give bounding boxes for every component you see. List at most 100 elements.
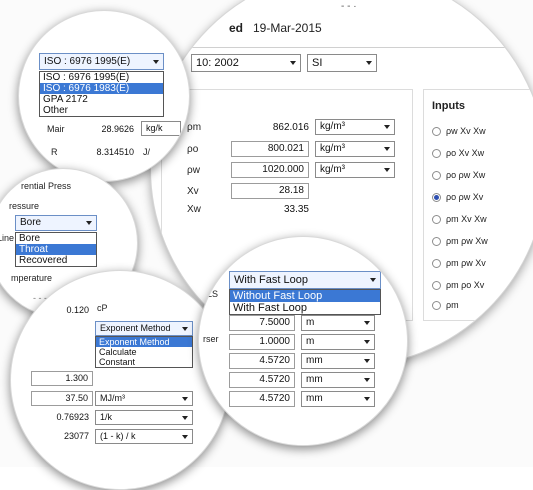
unit-text: 1/k — [100, 412, 113, 422]
exponent-method-select[interactable]: Exponent Method — [95, 321, 193, 336]
fast-loop-select[interactable]: With Fast Loop — [229, 271, 381, 289]
row-label-rho-w: ρw — [187, 165, 200, 176]
chevron-down-icon — [290, 61, 296, 65]
iso-option-1995[interactable]: ISO : 6976 1995(E) — [40, 72, 163, 83]
row-value-xw: 33.35 — [283, 204, 309, 215]
chevron-down-icon — [364, 340, 370, 344]
riser-unit[interactable]: m — [301, 334, 375, 350]
chevron-down-icon — [364, 378, 370, 382]
fast-loop-select-value: With Fast Loop — [234, 274, 308, 286]
inverse-k-value: 0.76923 — [56, 412, 89, 422]
row-value-rho-o[interactable]: 800.021 — [231, 141, 309, 157]
pressure-label: ressure — [9, 201, 40, 211]
riser-value[interactable]: 1.0000 — [229, 334, 295, 350]
chevron-down-icon — [370, 278, 376, 282]
loop-length-unit[interactable]: m — [301, 315, 375, 331]
iso-standard-select[interactable]: ISO : 6976 1995(E) — [39, 53, 164, 70]
radio-option-5[interactable] — [432, 215, 441, 224]
standard-select[interactable]: 10: 2002 — [191, 54, 301, 72]
zoom-exponent-method: 0.120 cP Exponent Method Exponent Method… — [10, 270, 230, 490]
row-value-rho-w[interactable]: 1020.000 — [231, 162, 309, 178]
radio-option-4[interactable] — [432, 193, 441, 202]
diameter-value-3[interactable]: 4.5720 — [229, 391, 295, 407]
iso-standard-select-value: ISO : 6976 1995(E) — [44, 56, 131, 67]
radio-label-5: ρm Xv Xw — [446, 214, 487, 224]
row-value-xv[interactable]: 28.18 — [231, 183, 309, 199]
iso-option-other[interactable]: Other — [40, 105, 163, 116]
chevron-down-icon — [384, 147, 390, 151]
heating-unit[interactable]: MJ/m³ — [95, 391, 193, 406]
fast-loop-side-label: LS — [207, 289, 219, 299]
pressure-tap-dropdown: Bore Throat Recovered — [15, 232, 97, 267]
diameter-value-1[interactable]: 4.5720 — [229, 353, 295, 369]
exponent-value-1[interactable]: 1.300 — [31, 371, 93, 386]
zoom-fast-loop: LS With Fast Loop Without Fast Loop With… — [198, 236, 408, 446]
iso-option-gpa[interactable]: GPA 2172 — [40, 94, 163, 105]
radio-label-7: ρm ρw Xv — [446, 258, 486, 268]
iso-option-1983[interactable]: ISO : 6976 1983(E) — [40, 83, 163, 94]
exponent-option-calculate[interactable]: Calculate — [96, 347, 192, 357]
radio-option-3[interactable] — [432, 171, 441, 180]
radio-option-6[interactable] — [432, 237, 441, 246]
diameter-value-2[interactable]: 4.5720 — [229, 372, 295, 388]
mair-unit[interactable]: kg/k — [141, 121, 181, 136]
pressure-option-bore[interactable]: Bore — [16, 233, 96, 244]
chevron-down-icon — [182, 396, 188, 401]
pressure-option-throat[interactable]: Throat — [16, 244, 96, 255]
chevron-down-icon — [153, 59, 159, 64]
ratio-unit[interactable]: (1 - k) / k — [95, 429, 193, 444]
pressure-option-recovered[interactable]: Recovered — [16, 255, 96, 266]
chevron-down-icon — [182, 326, 188, 331]
row-value-rho-m: 862.016 — [272, 122, 309, 133]
unit-text: mm — [306, 393, 323, 404]
loop-length-value[interactable]: 7.5000 — [229, 315, 295, 331]
diameter-unit-3[interactable]: mm — [301, 391, 375, 407]
units-select[interactable]: SI — [307, 54, 377, 72]
line-label: Line — [0, 233, 15, 243]
chevron-down-icon — [366, 61, 372, 65]
r-value: 8.314510 — [96, 147, 134, 157]
chevron-down-icon — [364, 359, 370, 363]
loop-option-without[interactable]: Without Fast Loop — [230, 290, 380, 302]
radio-option-8[interactable] — [432, 281, 441, 290]
unit-text: (1 - k) / k — [100, 431, 136, 441]
radio-option-9[interactable] — [432, 301, 441, 310]
iso-standard-dropdown: ISO : 6976 1995(E) ISO : 6976 1983(E) GP… — [39, 71, 164, 117]
chevron-down-icon — [182, 434, 188, 439]
r-label: R — [51, 147, 58, 157]
zoom-iso-standard: ISO : 6976 1995(E) ISO : 6976 1995(E) IS… — [18, 10, 190, 182]
exponent-option-method[interactable]: Exponent Method — [96, 337, 192, 347]
chevron-down-icon — [86, 221, 92, 225]
fast-loop-dropdown: Without Fast Loop With Fast Loop — [229, 289, 381, 315]
diameter-unit-1[interactable]: mm — [301, 353, 375, 369]
mair-value: 28.9626 — [101, 124, 134, 134]
unit-text: mm — [306, 374, 323, 385]
radio-option-2[interactable] — [432, 149, 441, 158]
pressure-tap-select[interactable]: Bore — [15, 215, 97, 231]
radio-option-1[interactable] — [432, 127, 441, 136]
row-unit-rho-w[interactable]: kg/m³ — [315, 162, 395, 178]
unit-text: m — [306, 336, 315, 347]
riser-label: rser — [203, 334, 219, 344]
row-unit-rho-m[interactable]: kg/m³ — [315, 119, 395, 135]
exponent-option-constant[interactable]: Constant — [96, 357, 192, 367]
radio-option-7[interactable] — [432, 259, 441, 268]
chevron-down-icon — [364, 321, 370, 325]
diameter-unit-2[interactable]: mm — [301, 372, 375, 388]
loop-option-with[interactable]: With Fast Loop — [230, 302, 380, 314]
unit-text: kg/m³ — [320, 164, 345, 175]
unit-text: kg/m³ — [320, 121, 345, 132]
cp-label: cP — [97, 303, 108, 313]
radio-label-3: ρo ρw Xw — [446, 170, 486, 180]
row-label-rho-m: ρm — [187, 122, 202, 133]
heating-value[interactable]: 37.50 — [31, 391, 93, 406]
chevron-down-icon — [364, 397, 370, 401]
standard-select-value: 10: 2002 — [196, 57, 239, 69]
inputs-title: Inputs — [432, 100, 465, 112]
unit-text: kg/k — [146, 123, 163, 133]
row-unit-rho-o[interactable]: kg/m³ — [315, 141, 395, 157]
cp-value: 0.120 — [66, 305, 89, 315]
chevron-down-icon — [384, 125, 390, 129]
inverse-k-unit[interactable]: 1/k — [95, 410, 193, 425]
row-label-xv: Xv — [187, 186, 199, 197]
